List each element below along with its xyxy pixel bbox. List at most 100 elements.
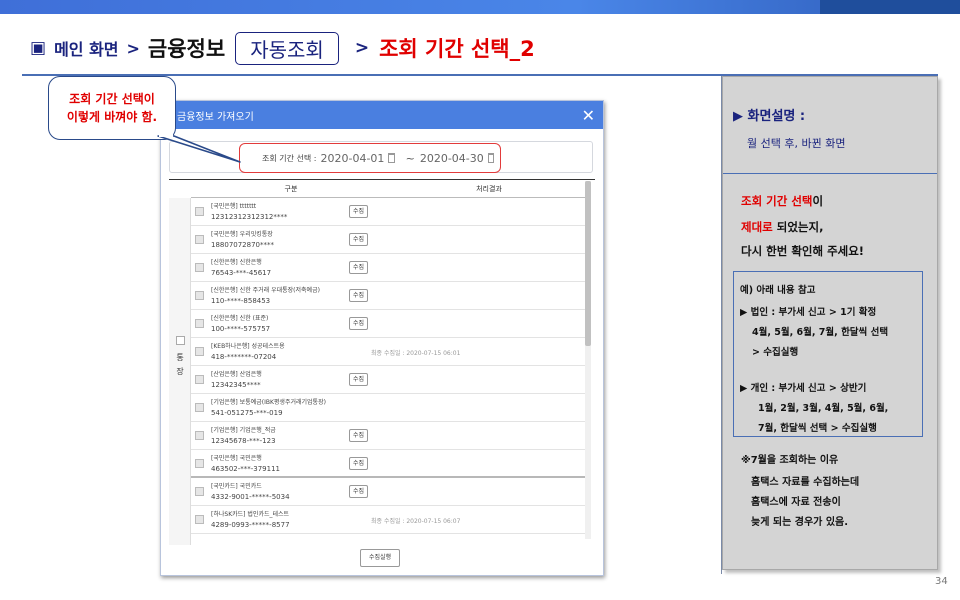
row-checkbox[interactable] bbox=[195, 319, 204, 328]
table-scrollbar[interactable] bbox=[585, 181, 591, 539]
example-note-box: 예) 아래 내용 참고 ▶ 법인 : 부가세 신고 > 1기 확정 4월, 5월… bbox=[733, 271, 923, 437]
collect-row-button[interactable]: 수집 bbox=[349, 429, 369, 442]
account-number: 12345678-***-123 bbox=[211, 437, 276, 445]
table-row: [기업은행] 기업은행_적금 12345678-***-123 수집 bbox=[191, 422, 587, 450]
row-checkbox[interactable] bbox=[195, 235, 204, 244]
panel-separator bbox=[723, 173, 937, 174]
row-checkbox[interactable] bbox=[195, 207, 204, 216]
row-checkbox[interactable] bbox=[195, 403, 204, 412]
table-row: [신한은행] 신한 (표준) 100-****-575757 수집 bbox=[191, 310, 587, 338]
account-table: 구분 처리결과 통 장 [국민은행] ttttttt 12312312312312… bbox=[169, 179, 595, 545]
financial-info-dialog: 금융정보 가져오기 ✕ 조회 기간 선택 : 2020-04-01 ~ 2020… bbox=[160, 100, 604, 576]
dialog-header: 금융정보 가져오기 ✕ bbox=[161, 101, 603, 129]
note-corp-line-1: ▶ 법인 : 부가세 신고 > 1기 확정 bbox=[740, 307, 877, 318]
panel-text: 이 bbox=[812, 194, 824, 208]
table-row: [산업은행] 산업은행 12342345**** 수집 bbox=[191, 366, 587, 394]
date-range-separator: ~ bbox=[405, 151, 415, 165]
collect-row-button[interactable]: 수집 bbox=[349, 485, 369, 498]
row-checkbox[interactable] bbox=[195, 459, 204, 468]
collect-row-button[interactable]: 수집 bbox=[349, 205, 369, 218]
panel-line-2: 제대로 되었는지, bbox=[741, 219, 823, 235]
table-rows: [국민은행] ttttttt 12312312312312**** 수집 [국민은행]… bbox=[191, 198, 587, 534]
collect-row-button[interactable]: 수집 bbox=[349, 373, 369, 386]
page-header: ▣ 메인 화면 > 금융정보 자동조회 > 조회 기간 선택_2 bbox=[30, 28, 535, 68]
last-collected-text: 최종 수집일 : 2020-07-15 06:01 bbox=[371, 350, 461, 357]
start-date-input[interactable]: 2020-04-01 bbox=[320, 152, 384, 165]
reason-line-2: 홈택스에 자료 전송이 bbox=[751, 497, 841, 508]
account-name: [신한은행] 신한은행 bbox=[211, 259, 262, 266]
account-name: [신한은행] 신한 주거래 우대통장(저축예금) bbox=[211, 287, 320, 294]
account-number: 418-*******-07204 bbox=[211, 353, 277, 361]
account-info: [국민카드] 국민카드 4332-9001-*****-5034 bbox=[211, 482, 290, 502]
table-row: [국민카드] 국민카드 4332-9001-*****-5034 수집 bbox=[191, 478, 587, 506]
reason-line-3: 늦게 되는 경우가 있음. bbox=[751, 517, 849, 528]
note-ind-line-2: 1월, 2월, 3월, 4월, 5월, 6월, bbox=[758, 403, 889, 414]
panel-title: ▶ 화면설명 : bbox=[733, 109, 806, 124]
group-checkbox[interactable] bbox=[175, 336, 185, 345]
period-label: 조회 기간 선택 : bbox=[262, 153, 317, 163]
calendar-icon[interactable] bbox=[388, 153, 395, 163]
table-row: [KEB하나은행] 성공테스트용 418-*******-07204 최종 수집일 … bbox=[191, 338, 587, 366]
account-info: [신한은행] 신한은행 76543-***-45617 bbox=[211, 258, 271, 278]
account-info: [국민은행] 국민은행 463502-***-379111 bbox=[211, 454, 280, 474]
account-name: [산업은행] 산업은행 bbox=[211, 371, 262, 378]
callout-line-2: 이렇게 바껴야 함. bbox=[66, 110, 158, 124]
table-row: [국민은행] 국민은행 463502-***-379111 수집 bbox=[191, 450, 587, 478]
row-checkbox[interactable] bbox=[195, 263, 204, 272]
account-number: 110-****-858453 bbox=[211, 297, 271, 305]
panel-highlight-text: 제대로 bbox=[741, 220, 773, 234]
table-row: [신한은행] 신한 주거래 우대통장(저축예금) 110-****-858453 수… bbox=[191, 282, 587, 310]
row-checkbox[interactable] bbox=[195, 431, 204, 440]
account-number: 12342345**** bbox=[211, 381, 261, 389]
scrollbar-thumb[interactable] bbox=[585, 181, 591, 346]
account-info: [기업은행] 보통예금(IBK평생주거래기업통장) 541-051275-***-… bbox=[211, 398, 326, 418]
description-panel: ▶ 화면설명 : 월 선택 후, 바뀐 화면 조회 기간 선택이 제대로 되었는… bbox=[722, 76, 938, 570]
note-ind-line-1: ▶ 개인 : 부가세 신고 > 상반기 bbox=[740, 383, 867, 394]
top-banner-bar bbox=[0, 0, 960, 14]
account-name: [국민은행] 국민은행 bbox=[211, 455, 262, 462]
account-info: [산업은행] 산업은행 12342345**** bbox=[211, 370, 262, 390]
reason-line-1: 홈택스 자료를 수집하는데 bbox=[751, 477, 860, 488]
column-header-result: 처리결과 bbox=[476, 185, 502, 193]
period-selector-highlight: 조회 기간 선택 : 2020-04-01 ~ 2020-04-30 bbox=[239, 143, 501, 173]
account-number: 12312312312312**** bbox=[211, 213, 288, 221]
panel-highlight-text: 조회 기간 선택 bbox=[741, 194, 813, 208]
account-name: [기업은행] 기업은행_적금 bbox=[211, 427, 276, 434]
dialog-title: 금융정보 가져오기 bbox=[177, 111, 254, 123]
collect-row-button[interactable]: 수집 bbox=[349, 317, 369, 330]
row-checkbox[interactable] bbox=[195, 487, 204, 496]
collect-row-button[interactable]: 수집 bbox=[349, 233, 369, 246]
collect-row-button[interactable]: 수집 bbox=[349, 289, 369, 302]
account-number: 100-****-575757 bbox=[211, 325, 271, 333]
breadcrumb-separator-2: > bbox=[354, 38, 370, 58]
auto-inquiry-button[interactable]: 자동조회 bbox=[235, 31, 339, 65]
table-row: [국민은행] ttttttt 12312312312312**** 수집 bbox=[191, 198, 587, 226]
group-label-char: 통 bbox=[176, 353, 184, 362]
calendar-icon[interactable] bbox=[487, 153, 494, 163]
account-name: [국민카드] 국민카드 bbox=[211, 483, 262, 490]
account-number: 4289-0993-*****-8577 bbox=[211, 521, 290, 529]
panel-text: 되었는지, bbox=[772, 220, 824, 234]
account-number: 463502-***-379111 bbox=[211, 465, 280, 473]
collect-execute-button[interactable]: 수집실행 bbox=[360, 549, 400, 567]
breadcrumb-separator: > bbox=[126, 38, 140, 58]
collect-row-button[interactable]: 수집 bbox=[349, 457, 369, 470]
close-icon[interactable]: ✕ bbox=[582, 106, 595, 125]
collect-row-button[interactable]: 수집 bbox=[349, 261, 369, 274]
account-info: [국민은행] ttttttt 12312312312312**** bbox=[211, 202, 287, 222]
account-info: [신한은행] 신한 주거래 우대통장(저축예금) 110-****-858453 bbox=[211, 286, 320, 306]
end-date-input[interactable]: 2020-04-30 bbox=[420, 152, 484, 165]
page-number: 34 bbox=[935, 576, 948, 587]
row-checkbox[interactable] bbox=[195, 375, 204, 384]
account-name: [하나SK카드] 법인카드_테스트 bbox=[211, 511, 290, 518]
top-banner-accent bbox=[820, 0, 960, 14]
account-number: 4332-9001-*****-5034 bbox=[211, 493, 290, 501]
account-number: 18807072870**** bbox=[211, 241, 274, 249]
account-number: 541-051275-***-019 bbox=[211, 409, 283, 417]
row-checkbox[interactable] bbox=[195, 347, 204, 356]
reason-title: ※7월을 조회하는 이유 bbox=[741, 455, 839, 466]
account-info: [하나SK카드] 법인카드_테스트 4289-0993-*****-8577 bbox=[211, 510, 290, 530]
row-checkbox[interactable] bbox=[195, 515, 204, 524]
row-checkbox[interactable] bbox=[195, 291, 204, 300]
account-info: [신한은행] 신한 (표준) 100-****-575757 bbox=[211, 314, 270, 334]
